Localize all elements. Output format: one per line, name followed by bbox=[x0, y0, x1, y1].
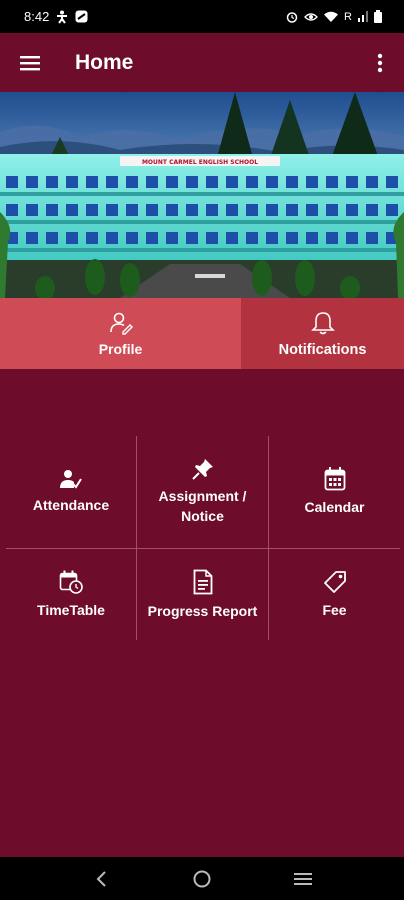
calendar-label: Calendar bbox=[304, 499, 365, 515]
home-circle-icon bbox=[193, 870, 211, 887]
tab-bar: Profile Notifications bbox=[0, 298, 404, 369]
assignment-notice-label: Assignment / Notice bbox=[159, 486, 247, 526]
tab-notifications[interactable]: Notifications bbox=[241, 298, 404, 369]
overflow-menu-button[interactable] bbox=[356, 33, 404, 92]
page-title: Home bbox=[75, 50, 134, 74]
signal-icon bbox=[358, 11, 368, 22]
school-sign: MOUNT CARMEL ENGLISH SCHOOL bbox=[142, 159, 258, 166]
accessibility-icon bbox=[57, 10, 68, 24]
school-image: MOUNT CARMEL ENGLISH SCHOOL bbox=[0, 92, 404, 298]
tag-icon bbox=[323, 570, 346, 593]
assignment-label-line1: Assignment / bbox=[158, 488, 247, 504]
back-icon bbox=[96, 870, 106, 887]
progress-report-label: Progress Report bbox=[147, 602, 258, 619]
assignment-notice-button[interactable]: Assignment / Notice bbox=[137, 436, 268, 548]
timetable-label: TimeTable bbox=[37, 601, 105, 618]
assignment-label-line2: Notice bbox=[181, 508, 224, 524]
user-edit-icon bbox=[109, 312, 133, 335]
nav-home-button[interactable] bbox=[182, 859, 222, 899]
calendar-icon bbox=[324, 467, 345, 491]
tab-notifications-label: Notifications bbox=[278, 341, 367, 358]
bell-icon bbox=[310, 311, 335, 334]
school-banner: MOUNT CARMEL ENGLISH SCHOOL bbox=[0, 92, 404, 298]
nav-back-button[interactable] bbox=[81, 859, 121, 899]
system-nav-bar bbox=[0, 857, 404, 900]
menu-button[interactable] bbox=[0, 33, 60, 92]
hamburger-icon bbox=[20, 55, 40, 70]
timetable-button[interactable]: TimeTable bbox=[6, 549, 136, 640]
tab-profile-label: Profile bbox=[98, 340, 143, 357]
recents-icon bbox=[294, 872, 313, 885]
progress-report-button[interactable]: Progress Report bbox=[137, 549, 268, 640]
status-bar: 8:42 R bbox=[0, 0, 404, 33]
tab-profile[interactable]: Profile bbox=[0, 298, 241, 369]
app-bar: Home bbox=[0, 33, 404, 92]
more-vert-icon bbox=[377, 53, 383, 72]
attendance-label: Attendance bbox=[32, 497, 110, 513]
battery-icon bbox=[374, 10, 382, 23]
calendar-clock-icon bbox=[59, 570, 83, 594]
user-check-icon bbox=[60, 470, 82, 489]
alarm-icon bbox=[286, 11, 298, 23]
status-left: 8:42 bbox=[24, 9, 88, 24]
status-right: R bbox=[286, 10, 382, 23]
fee-button[interactable]: Fee bbox=[269, 549, 400, 640]
status-time: 8:42 bbox=[24, 9, 50, 24]
pushpin-icon bbox=[191, 459, 213, 480]
signal-label: R bbox=[344, 10, 352, 23]
document-icon bbox=[193, 569, 212, 594]
app-notification-icon bbox=[75, 10, 88, 23]
calendar-button[interactable]: Calendar bbox=[269, 436, 400, 548]
fee-label: Fee bbox=[322, 601, 347, 618]
eye-icon bbox=[304, 12, 318, 21]
nav-recents-button[interactable] bbox=[283, 859, 323, 899]
menu-grid: Attendance Assignment / Notice Calendar bbox=[6, 436, 400, 640]
attendance-button[interactable]: Attendance bbox=[6, 436, 136, 548]
wifi-icon bbox=[324, 11, 339, 22]
